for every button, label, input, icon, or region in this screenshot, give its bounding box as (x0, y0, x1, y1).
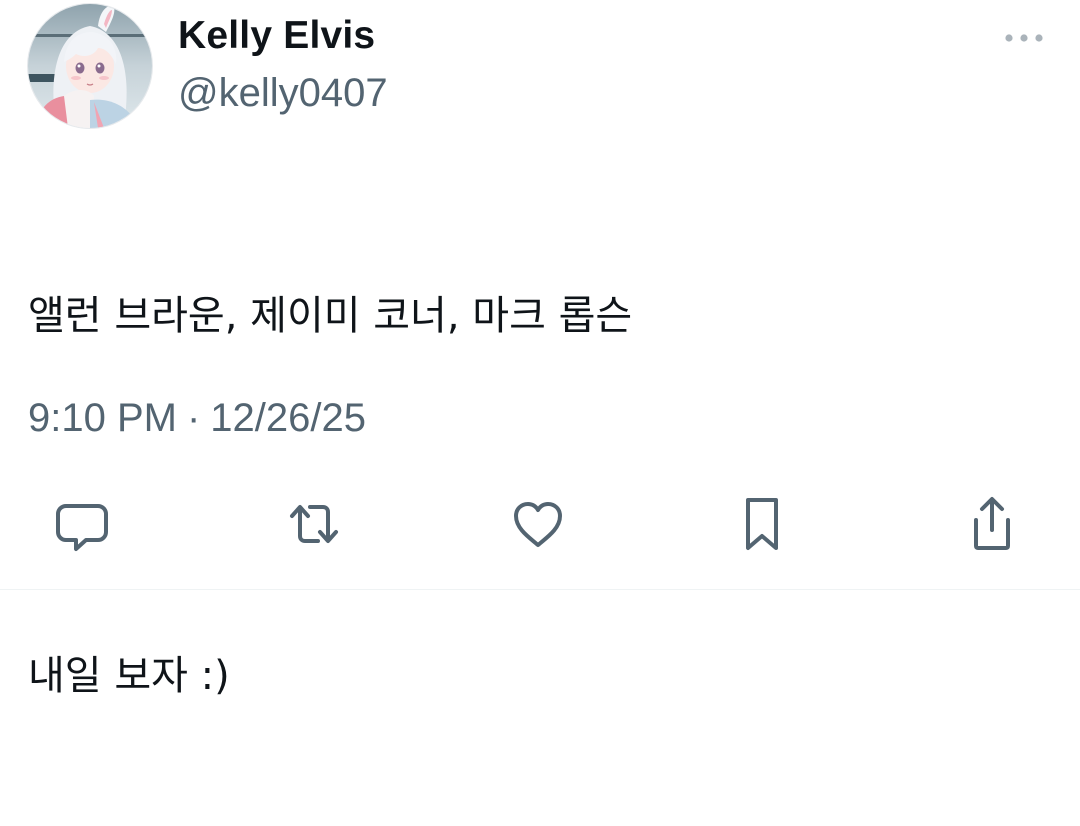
tweet-timestamp[interactable]: 9:10 PM · 12/26/25 (28, 396, 366, 441)
tweet-text-line: 내일 보자 :) (28, 653, 230, 699)
display-name[interactable]: Kelly Elvis (178, 14, 375, 58)
avatar[interactable] (27, 3, 153, 129)
tweet-time: 9:10 PM (28, 396, 177, 440)
reply-button[interactable] (46, 488, 118, 560)
user-handle[interactable]: @kelly0407 (178, 71, 388, 116)
anime-girl-avatar-icon (28, 4, 152, 128)
heart-icon (514, 502, 562, 547)
retweet-button[interactable] (278, 488, 350, 560)
bottom-divider (0, 589, 1080, 590)
tweet-date: 12/26/25 (210, 396, 366, 440)
more-options-button[interactable] (1000, 24, 1048, 52)
tweet-text-line: 앨런 브라운, 제이미 코너, 마크 롭슨 (28, 293, 633, 339)
bookmark-button[interactable] (726, 488, 798, 560)
tweet-card: Kelly Elvis @kelly0407 앨런 브라운, 제이미 코너, 마… (0, 0, 1080, 699)
share-icon (974, 497, 1010, 550)
action-bar (0, 488, 1080, 560)
more-horizontal-icon (1005, 34, 1043, 42)
retweet-icon (290, 505, 338, 543)
comment-icon (56, 504, 108, 551)
timestamp-separator: · (186, 396, 201, 440)
like-button[interactable] (502, 488, 574, 560)
share-button[interactable] (956, 488, 1028, 560)
bookmark-icon (746, 498, 778, 550)
